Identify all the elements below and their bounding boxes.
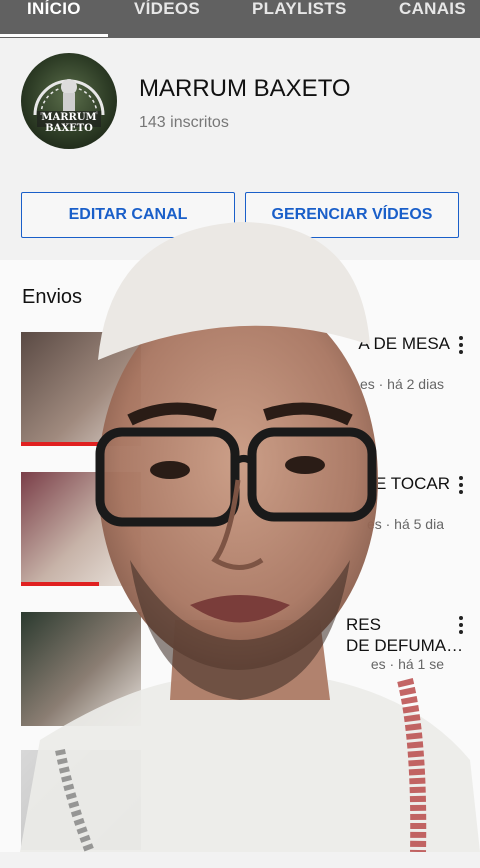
- manage-videos-button[interactable]: GERENCIAR VÍDEOS: [245, 192, 459, 238]
- edit-channel-button[interactable]: EDITAR CANAL: [21, 192, 235, 238]
- video-meta: es · há 5 dia: [366, 516, 444, 532]
- active-tab-indicator: [0, 34, 108, 37]
- avatar-logo-text: MARRUM BAXETO: [41, 112, 97, 134]
- tab-canais[interactable]: CANAIS: [399, 0, 466, 38]
- video-meta: es · há 1 se: [370, 656, 444, 672]
- video-title[interactable]: E TOCAR: [290, 474, 450, 494]
- more-options-icon[interactable]: [454, 474, 468, 496]
- tab-videos[interactable]: VÍDEOS: [134, 0, 200, 38]
- more-options-icon[interactable]: [454, 614, 468, 636]
- video-list-item[interactable]: RES DE DEFUMA… es · há 1 se: [0, 610, 480, 730]
- channel-name: MARRUM BAXETO: [139, 75, 351, 102]
- video-thumbnail[interactable]: [21, 472, 141, 586]
- video-thumbnail[interactable]: [21, 612, 141, 726]
- video-list-item[interactable]: A DE MESA es · há 2 dias: [0, 330, 480, 450]
- more-options-icon[interactable]: [454, 334, 468, 356]
- watch-progress-bar: [21, 442, 105, 446]
- channel-avatar[interactable]: MARRUM BAXETO: [21, 53, 117, 149]
- video-list-item[interactable]: E TOCAR es · há 5 dia: [0, 470, 480, 590]
- video-list-item[interactable]: [0, 748, 480, 868]
- tab-inicio[interactable]: INÍCIO: [27, 0, 81, 38]
- section-title: Envios: [22, 286, 83, 308]
- video-title[interactable]: A DE MESA: [290, 334, 450, 354]
- channel-tab-bar: INÍCIO VÍDEOS PLAYLISTS CANAIS: [0, 0, 480, 38]
- uploads-section: Envios A DE MESA es · há 2 dias E TOCAR …: [0, 260, 480, 852]
- video-thumbnail[interactable]: [21, 750, 141, 850]
- video-meta: es · há 2 dias: [359, 376, 444, 392]
- avatar-emblem-icon: [33, 79, 105, 127]
- watch-progress-bar: [21, 582, 99, 586]
- subscriber-count: 143 inscritos: [139, 114, 229, 131]
- tab-playlists[interactable]: PLAYLISTS: [252, 0, 347, 38]
- video-thumbnail[interactable]: [21, 332, 141, 446]
- channel-header: MARRUM BAXETO MARRUM BAXETO 143 inscrito…: [0, 38, 480, 260]
